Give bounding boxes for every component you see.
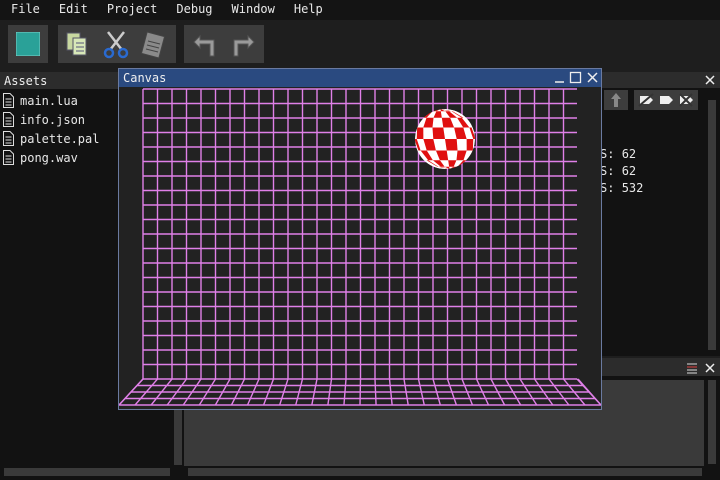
back-grid [142, 88, 577, 380]
asset-item-label: info.json [20, 112, 86, 127]
close-icon[interactable] [702, 72, 718, 88]
console-vertical-scrollbar[interactable] [708, 380, 716, 464]
ball-tile [416, 127, 424, 139]
breakpoint-toolbar [634, 90, 698, 110]
asset-item[interactable]: main.lua [0, 91, 78, 110]
stat-value: 62 [621, 147, 637, 161]
stat-label: S: [600, 164, 615, 178]
ball-tile [466, 139, 474, 151]
asset-item-label: palette.pal [20, 131, 100, 146]
stats-vertical-scrollbar[interactable] [708, 100, 716, 350]
close-icon[interactable] [702, 360, 718, 376]
upload-button[interactable] [604, 90, 628, 110]
menu-file[interactable]: File [0, 0, 48, 20]
history-group [184, 25, 264, 63]
stat-value: 62 [621, 164, 637, 178]
ball-tile [432, 127, 445, 139]
canvas-window: Canvas [118, 68, 602, 410]
stats-panel [600, 72, 720, 356]
copy-icon[interactable] [62, 28, 94, 60]
asset-item-label: pong.wav [20, 150, 78, 165]
redo-icon[interactable] [226, 28, 258, 60]
game-canvas[interactable] [119, 87, 601, 409]
asset-item[interactable]: palette.pal [0, 129, 99, 148]
file-icon [3, 112, 14, 127]
asset-item-label: main.lua [20, 93, 78, 108]
menu-debug[interactable]: Debug [165, 0, 220, 20]
minimize-icon[interactable] [553, 71, 566, 84]
file-icon [3, 93, 14, 108]
asset-item[interactable]: pong.wav [0, 148, 78, 167]
stat-row: S: 62 [600, 147, 636, 161]
clipboard-group [58, 25, 176, 63]
close-icon[interactable] [586, 71, 599, 84]
file-icon [3, 150, 14, 165]
ball-tile [445, 139, 458, 151]
stop-icon [16, 32, 40, 56]
undo-icon[interactable] [190, 28, 222, 60]
assets-horizontal-scrollbar[interactable] [4, 468, 170, 476]
canvas-title-bar[interactable]: Canvas [119, 69, 601, 87]
cut-icon[interactable] [100, 28, 132, 60]
stat-label: S: [600, 147, 615, 161]
checkered-ball [415, 109, 475, 169]
stat-row: S: 532 [600, 181, 643, 195]
menu-window[interactable]: Window [221, 0, 283, 20]
stop-button[interactable] [8, 25, 48, 63]
asset-item[interactable]: info.json [0, 110, 85, 129]
stat-value: 532 [621, 181, 644, 195]
menu-edit[interactable]: Edit [48, 0, 96, 20]
file-icon [3, 131, 14, 146]
console-horizontal-scrollbar[interactable] [188, 468, 702, 476]
clear-log-icon[interactable] [686, 362, 698, 374]
paste-icon[interactable] [138, 28, 170, 60]
menu-project[interactable]: Project [96, 0, 166, 20]
menu-bar: File Edit Project Debug Window Help [0, 0, 720, 20]
arrow-up-icon [611, 93, 621, 107]
breakpoint-icons[interactable] [634, 90, 698, 110]
toolbar [0, 20, 720, 68]
maximize-icon[interactable] [569, 71, 582, 84]
menu-help[interactable]: Help [283, 0, 331, 20]
canvas-window-title: Canvas [123, 71, 167, 85]
stat-label: S: [600, 181, 615, 195]
stat-row: S: 62 [600, 164, 636, 178]
